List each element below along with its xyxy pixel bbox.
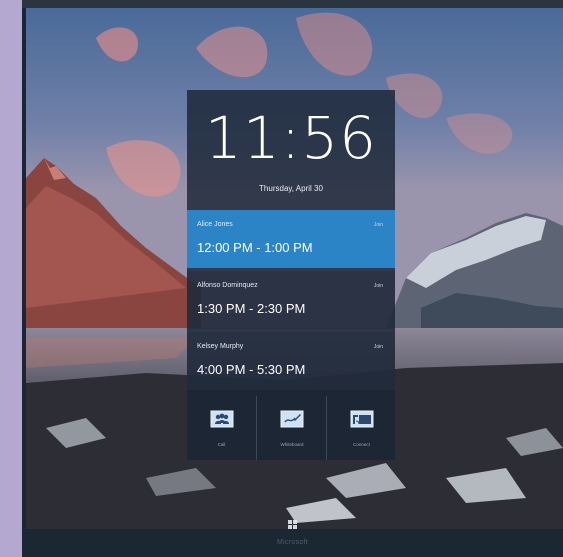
windows-logo-icon [288, 520, 298, 529]
join-button[interactable]: Join [374, 283, 383, 289]
call-button[interactable]: Call [187, 396, 256, 460]
device-frame: 11:56 Thursday, April 30 Alice Jones Joi… [22, 0, 563, 557]
meeting-item-2[interactable]: Alfonso Dominquez Join 1:30 PM - 2:30 PM [187, 271, 395, 329]
meeting-item-1[interactable]: Alice Jones Join 12:00 PM - 1:00 PM [187, 210, 395, 268]
clock-date: Thursday, April 30 [259, 184, 323, 193]
whiteboard-icon [280, 410, 304, 428]
connect-button[interactable]: Connect [326, 396, 396, 460]
lock-screen-background: 11:56 Thursday, April 30 Alice Jones Joi… [26, 8, 563, 529]
lock-screen-panel: 11:56 Thursday, April 30 Alice Jones Joi… [187, 90, 395, 460]
call-label: Call [217, 442, 226, 447]
clock-widget: 11:56 Thursday, April 30 [187, 90, 395, 210]
meeting-time: 1:30 PM - 2:30 PM [197, 301, 306, 316]
connect-label: Connect [353, 442, 370, 447]
meeting-organizer: Kelsey Murphy [197, 343, 244, 350]
people-icon [210, 410, 233, 428]
top-bezel [22, 0, 563, 8]
join-button[interactable]: Join [374, 222, 383, 228]
connect-icon [350, 410, 373, 428]
meeting-item-3[interactable]: Kelsey Murphy Join 4:00 PM - 5:30 PM [187, 332, 395, 390]
bottom-bezel: Microsoft [22, 529, 563, 557]
join-button[interactable]: Join [374, 344, 383, 350]
brand-label: Microsoft [276, 539, 309, 546]
meeting-organizer: Alice Jones [197, 221, 233, 228]
meeting-time: 12:00 PM - 1:00 PM [197, 240, 313, 255]
whiteboard-label: Whiteboard [280, 442, 304, 447]
clock-time: 11:56 [204, 104, 378, 172]
whiteboard-button[interactable]: Whiteboard [256, 396, 327, 460]
meeting-organizer: Alfonso Dominquez [197, 282, 258, 289]
quick-actions-bar: Call Whiteboard Connect [187, 396, 395, 460]
meeting-time: 4:00 PM - 5:30 PM [197, 362, 306, 377]
